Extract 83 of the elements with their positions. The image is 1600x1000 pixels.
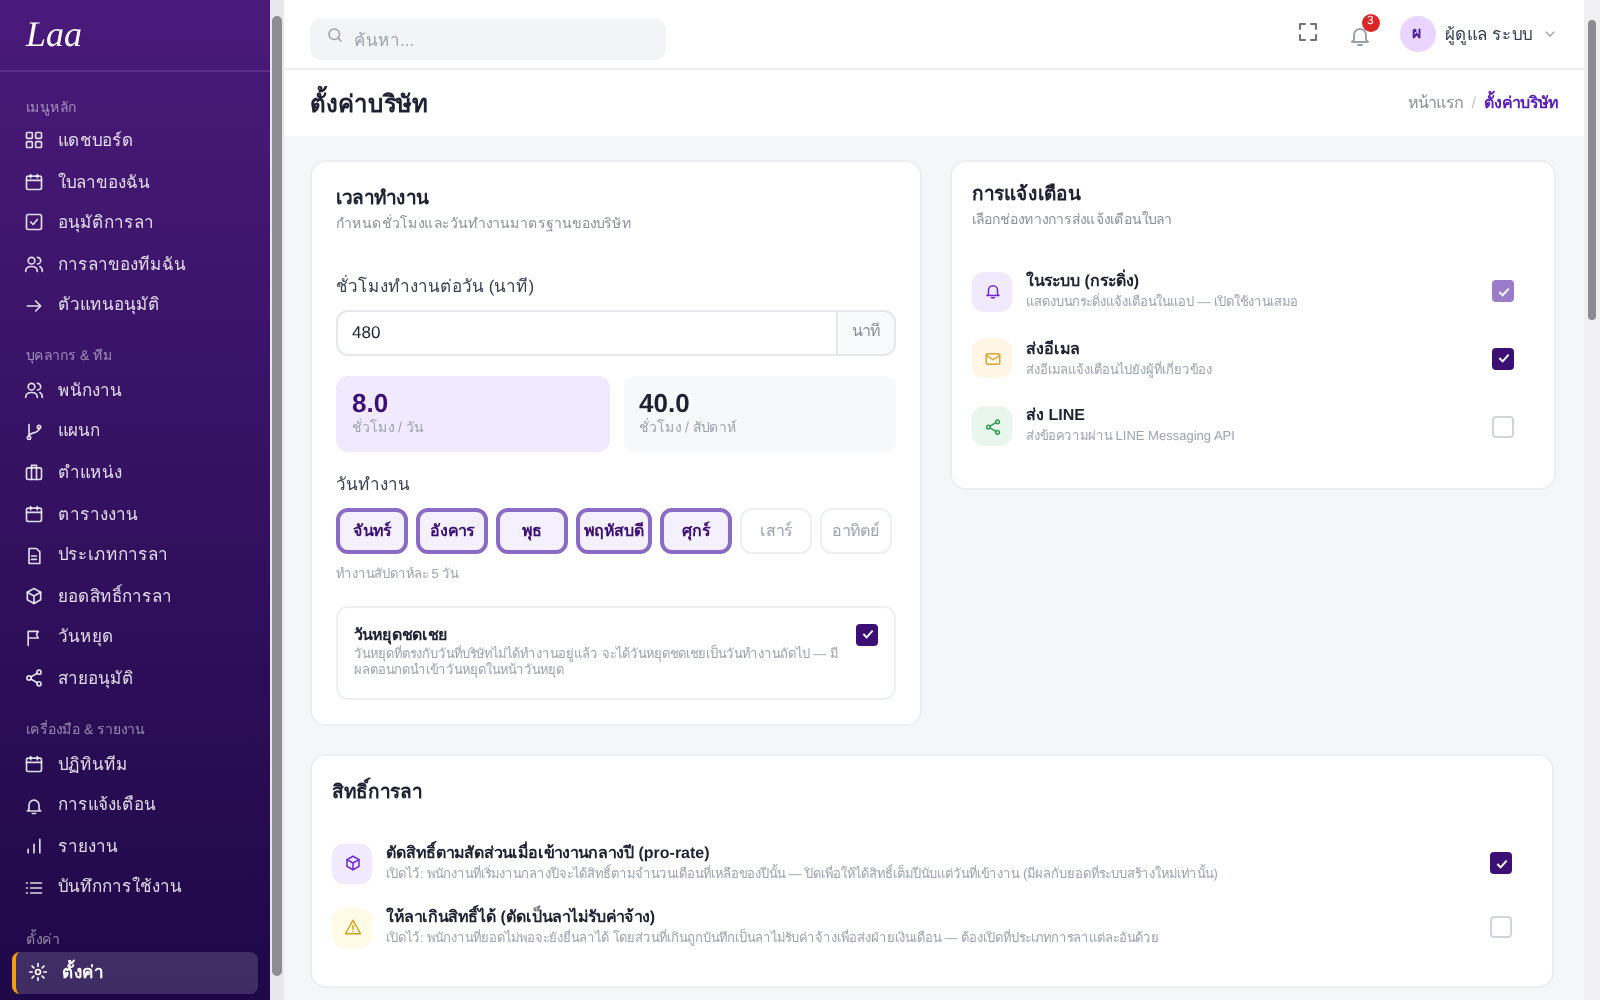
day-toggle[interactable]: พฤหัสบดี (576, 508, 652, 554)
fullscreen-icon (1295, 20, 1320, 44)
sidebar-item[interactable]: ยอดสิทธิ์การลา (12, 575, 258, 618)
sidebar-item[interactable]: วันหยุด (12, 617, 258, 659)
users-icon (24, 380, 44, 401)
breadcrumb-separator: / (1471, 91, 1476, 115)
field-unit: นาที (838, 309, 896, 355)
field-label: วันทำงาน (336, 472, 412, 498)
sidebar-item[interactable]: ปฏิทินทีม (12, 743, 258, 785)
card-title: สิทธิ์การลา (332, 779, 424, 808)
checkbox[interactable] (1490, 852, 1512, 875)
settings-icon (28, 962, 48, 983)
channel-title: ส่งอีเมล (1026, 337, 1082, 361)
bell-icon (1347, 24, 1372, 48)
briefcase-icon (24, 462, 44, 483)
users-icon (24, 254, 44, 275)
sidebar-item[interactable]: ตำแหน่ง (12, 452, 258, 494)
file-icon (24, 545, 44, 566)
sidebar-item[interactable]: อนุมัติการลา (12, 202, 258, 244)
check-icon (1493, 855, 1509, 872)
calendar-icon (24, 754, 44, 775)
sidebar-item[interactable]: แผนก (12, 411, 258, 453)
page-title: ตั้งค่าบริษัท (310, 85, 428, 121)
sidebar-item[interactable]: สายอนุมัติ (12, 658, 258, 700)
channel-title: ส่ง LINE (1026, 404, 1087, 429)
check-square-icon (24, 212, 44, 233)
stat-value: 40.0 (639, 387, 692, 418)
day-toggle[interactable]: อังคาร (416, 508, 488, 554)
user-menu-button[interactable]: ผ ผู้ดูแล ระบบ (1399, 16, 1558, 52)
share-icon (983, 417, 1001, 436)
sidebar-item[interactable]: การลาของทีมฉัน (12, 243, 258, 285)
option-title: วันหยุดชดเชย (354, 623, 450, 645)
bell-icon (983, 282, 1001, 301)
checkbox[interactable] (1490, 916, 1512, 938)
sidebar-item[interactable]: ตัวแทนอนุมัติ (12, 284, 258, 326)
sidebar-item[interactable]: ใบลาของฉัน (12, 161, 258, 203)
list-icon (24, 877, 44, 898)
field-label: ชั่วโมงทำงานต่อวัน (นาที) (336, 273, 537, 299)
stat-value: 8.0 (352, 387, 391, 418)
chevron-down-icon (1542, 26, 1558, 42)
channel-title: ในระบบ (กระดิ่ง) (1026, 269, 1142, 293)
sidebar-item[interactable]: ประเภทการลา (12, 534, 258, 576)
bar-chart-icon (24, 836, 44, 857)
sidebar-item[interactable]: ตั้งค่า (12, 952, 258, 994)
avatar: ผ (1399, 16, 1436, 52)
grid-icon (24, 130, 44, 151)
branch-icon (24, 421, 44, 442)
arrow-icon (24, 295, 44, 316)
check-icon (859, 626, 875, 643)
flag-icon (24, 627, 44, 648)
option-title: ให้ลาเกินสิทธิ์ได้ (ตัดเป็นลาไม่รับค่าจ้าง) (386, 905, 656, 926)
checkbox[interactable] (1492, 415, 1514, 438)
warning-icon (343, 918, 361, 936)
logo: Laa (26, 12, 83, 58)
card-title: การแจ้งเตือน (972, 182, 1083, 210)
box-icon (343, 854, 361, 873)
checkbox[interactable] (1492, 347, 1514, 370)
box-icon (24, 586, 44, 607)
sidebar-scrollbar[interactable] (270, 0, 284, 1000)
checkbox[interactable] (856, 623, 878, 646)
bell-icon (24, 795, 44, 816)
option-title: ตัดสิทธิ์ตามสัดส่วนเมื่อเข้างานกลางปี (pro-rate) (386, 841, 712, 864)
sidebar-item[interactable]: การแจ้งเตือน (12, 784, 258, 826)
check-icon (1495, 350, 1511, 367)
user-name: ผู้ดูแล ระบบ (1445, 21, 1532, 47)
sidebar-item[interactable]: รายงาน (12, 825, 258, 867)
sidebar-item[interactable]: แดชบอร์ด (12, 120, 258, 162)
search-field[interactable]: ค้นหา... (310, 18, 666, 60)
envelope-icon (983, 349, 1001, 368)
minutes-field[interactable]: 480 (336, 309, 838, 355)
sidebar-item[interactable]: ตารางงาน (12, 493, 258, 535)
breadcrumb-current: ตั้งค่าบริษัท (1484, 91, 1558, 115)
day-toggle[interactable]: จันทร์ (336, 508, 408, 554)
share-icon (24, 668, 44, 689)
calendar-icon (24, 504, 44, 525)
sidebar-item[interactable]: บันทึกการใช้งาน (12, 867, 258, 909)
page-scrollbar[interactable] (1584, 0, 1600, 1000)
calendar-icon (24, 171, 44, 192)
search-icon (326, 25, 344, 43)
sidebar-item[interactable]: พนักงาน (12, 369, 258, 412)
card-title: เวลาทำงาน (336, 186, 431, 214)
day-toggle[interactable]: ศุกร์ (660, 508, 732, 554)
day-toggle[interactable]: พุธ (496, 508, 568, 554)
